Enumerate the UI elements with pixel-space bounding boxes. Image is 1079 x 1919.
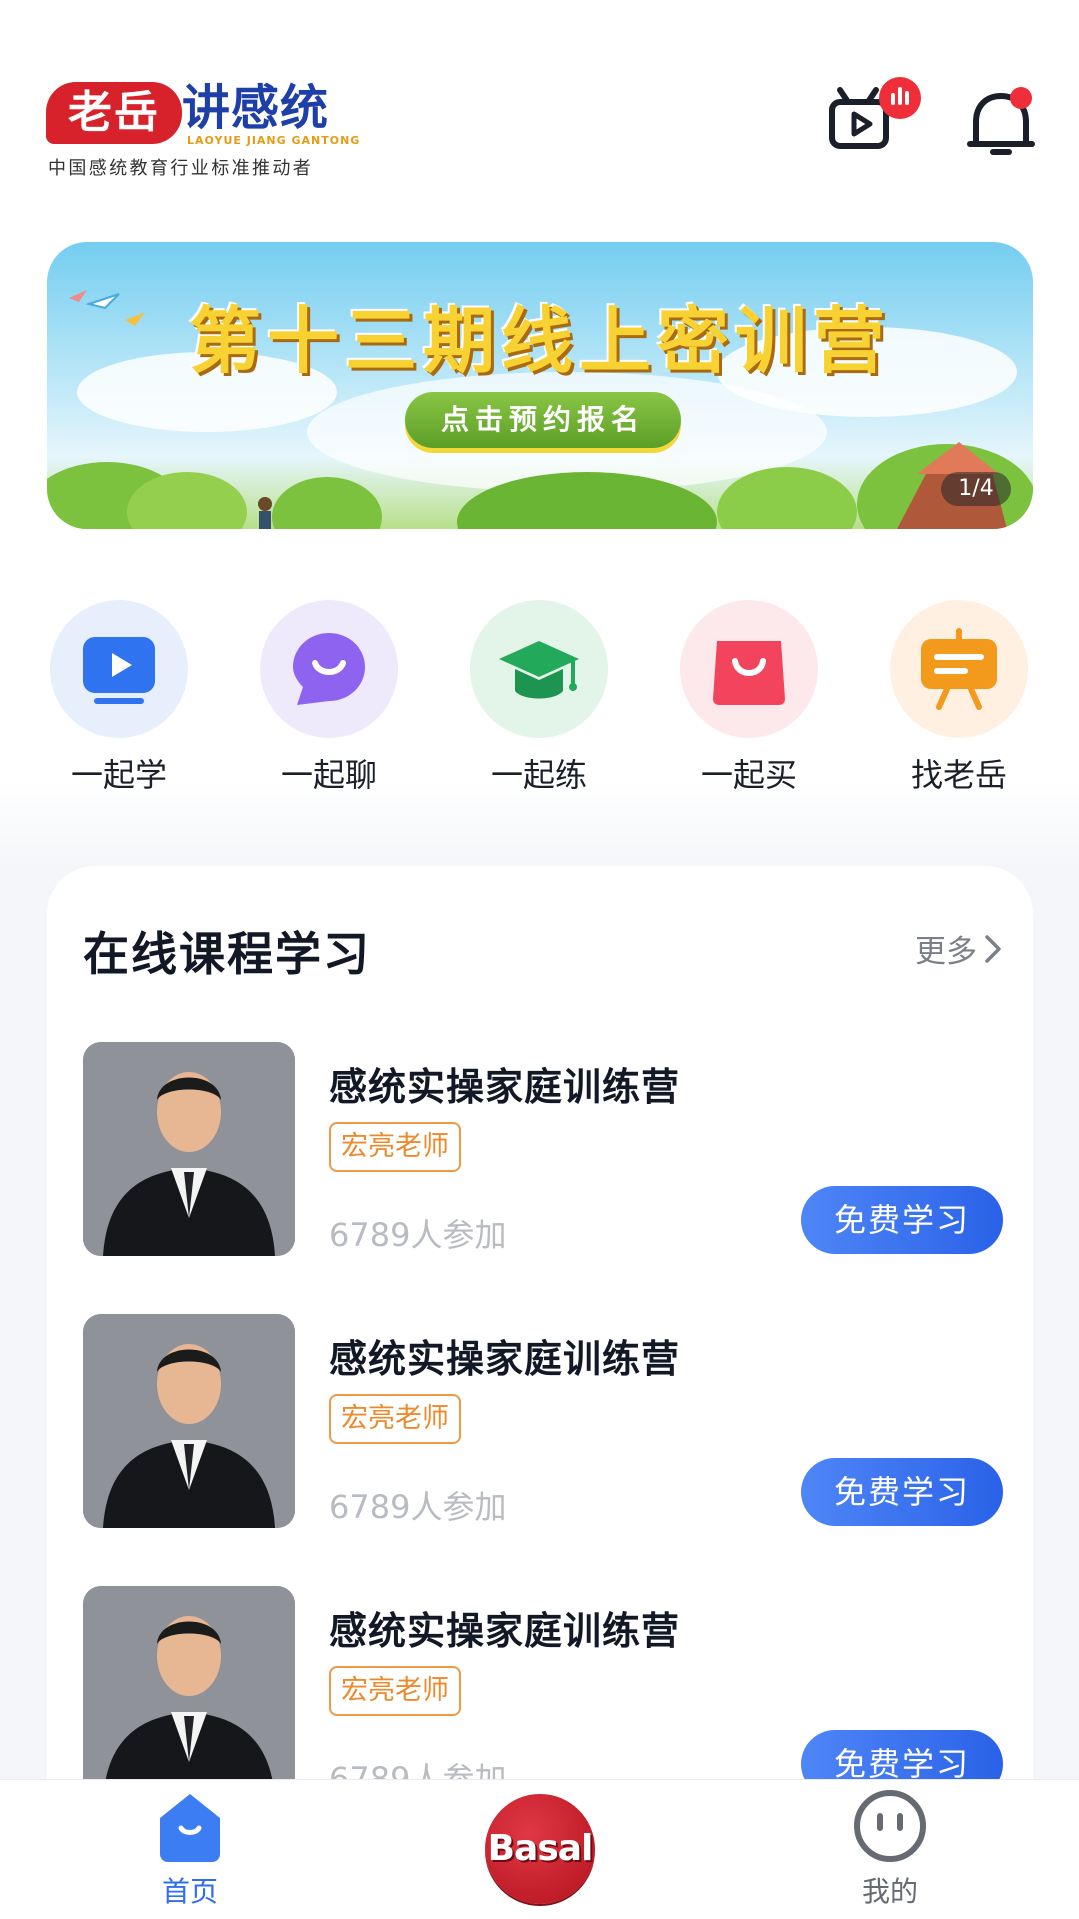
teacher-portrait	[83, 1314, 295, 1528]
teacher-tag: 宏亮老师	[329, 1394, 461, 1444]
banner-title: 第十三期线上密训营	[188, 299, 891, 383]
course-item[interactable]: 感统实操家庭训练营 宏亮老师 6789人参加 免费学习	[83, 1586, 1003, 1800]
quick-entry-bg	[50, 600, 188, 738]
quick-entry-label: 一起聊	[280, 756, 377, 794]
quick-entry-label: 找老岳	[910, 756, 1007, 794]
quick-entry-label: 一起买	[700, 756, 797, 794]
quick-entry-chat[interactable]: 一起聊	[260, 600, 400, 800]
tab-mine[interactable]: 我的	[810, 1780, 970, 1919]
quick-entry-bg	[680, 600, 818, 738]
free-study-button[interactable]: 免费学习	[801, 1458, 1003, 1526]
section-title: 在线课程学习	[83, 927, 371, 981]
teacher-photo	[83, 1586, 295, 1800]
participant-count: 6789人参加	[329, 1488, 507, 1526]
live-tv-button[interactable]	[826, 76, 926, 156]
tab-mine-label: 我的	[861, 1875, 918, 1908]
quick-entry-shop[interactable]: 一起买	[680, 600, 820, 800]
teacher-photo	[83, 1042, 295, 1256]
chat-bubble-icon	[293, 633, 365, 705]
quick-entry-label: 一起练	[490, 756, 587, 794]
participant-count: 6789人参加	[329, 1216, 507, 1254]
shopping-bag-icon	[713, 641, 785, 705]
bottom-tab-bar: 首页 Basal 我的	[0, 1779, 1079, 1919]
presentation-board-icon	[921, 628, 997, 710]
quick-entry-bg	[890, 600, 1028, 738]
logo-tagline: 中国感统教育行业标准推动者	[48, 158, 314, 179]
teacher-photo	[83, 1314, 295, 1528]
free-study-button[interactable]: 免费学习	[801, 1186, 1003, 1254]
logo-english: LAOYUE JIANG GANTONG	[187, 134, 361, 147]
course-title: 感统实操家庭训练营	[329, 1337, 681, 1381]
quick-entry-label: 一起学	[70, 756, 167, 794]
teacher-portrait	[83, 1586, 295, 1800]
online-course-card: 在线课程学习 更多 感统实操家庭训练营 宏亮老师 6789人参加 免费学习 感统…	[47, 866, 1033, 1919]
quick-entry-bg	[470, 600, 608, 738]
teacher-tag: 宏亮老师	[329, 1666, 461, 1716]
quick-entry-practice[interactable]: 一起练	[470, 600, 610, 800]
video-play-icon	[83, 637, 155, 704]
course-item[interactable]: 感统实操家庭训练营 宏亮老师 6789人参加 免费学习	[83, 1314, 1003, 1528]
more-label: 更多	[915, 934, 977, 970]
home-icon	[160, 1794, 220, 1862]
bell-icon	[967, 87, 1035, 155]
quick-entry-study[interactable]: 一起学	[50, 600, 190, 800]
notification-button[interactable]	[966, 84, 1036, 162]
banner-page-indicator: 1/4	[941, 472, 1011, 506]
graduation-cap-icon	[499, 641, 579, 699]
banner-signup-button[interactable]: 点击预约报名	[405, 392, 681, 448]
course-title: 感统实操家庭训练营	[329, 1609, 681, 1653]
basal-center-button[interactable]: Basal	[485, 1794, 595, 1904]
chevron-right-icon	[985, 934, 1001, 963]
tab-home[interactable]: 首页	[110, 1780, 270, 1919]
app-logo: 老岳 讲感统 LAOYUE JIANG GANTONG 中国感统教育行业标准推动…	[46, 76, 366, 179]
quick-entry-row: 一起学 一起聊 一起练 一起买 找老岳	[0, 600, 1079, 800]
teacher-tag: 宏亮老师	[329, 1122, 461, 1172]
course-item[interactable]: 感统实操家庭训练营 宏亮老师 6789人参加 免费学习	[83, 1042, 1003, 1256]
tab-home-label: 首页	[161, 1875, 218, 1908]
more-link[interactable]: 更多	[915, 926, 1003, 971]
teacher-portrait	[83, 1042, 295, 1256]
course-title: 感统实操家庭训练营	[329, 1065, 681, 1109]
logo-name: 讲感统	[182, 80, 330, 136]
profile-face-icon	[854, 1790, 926, 1862]
promo-banner[interactable]: 第十三期线上密训营 点击预约报名 1/4	[47, 242, 1033, 529]
quick-entry-bg	[260, 600, 398, 738]
tv-live-icon	[829, 77, 921, 149]
logo-mark: 老岳	[46, 82, 182, 144]
quick-entry-find-teacher[interactable]: 找老岳	[890, 600, 1030, 800]
